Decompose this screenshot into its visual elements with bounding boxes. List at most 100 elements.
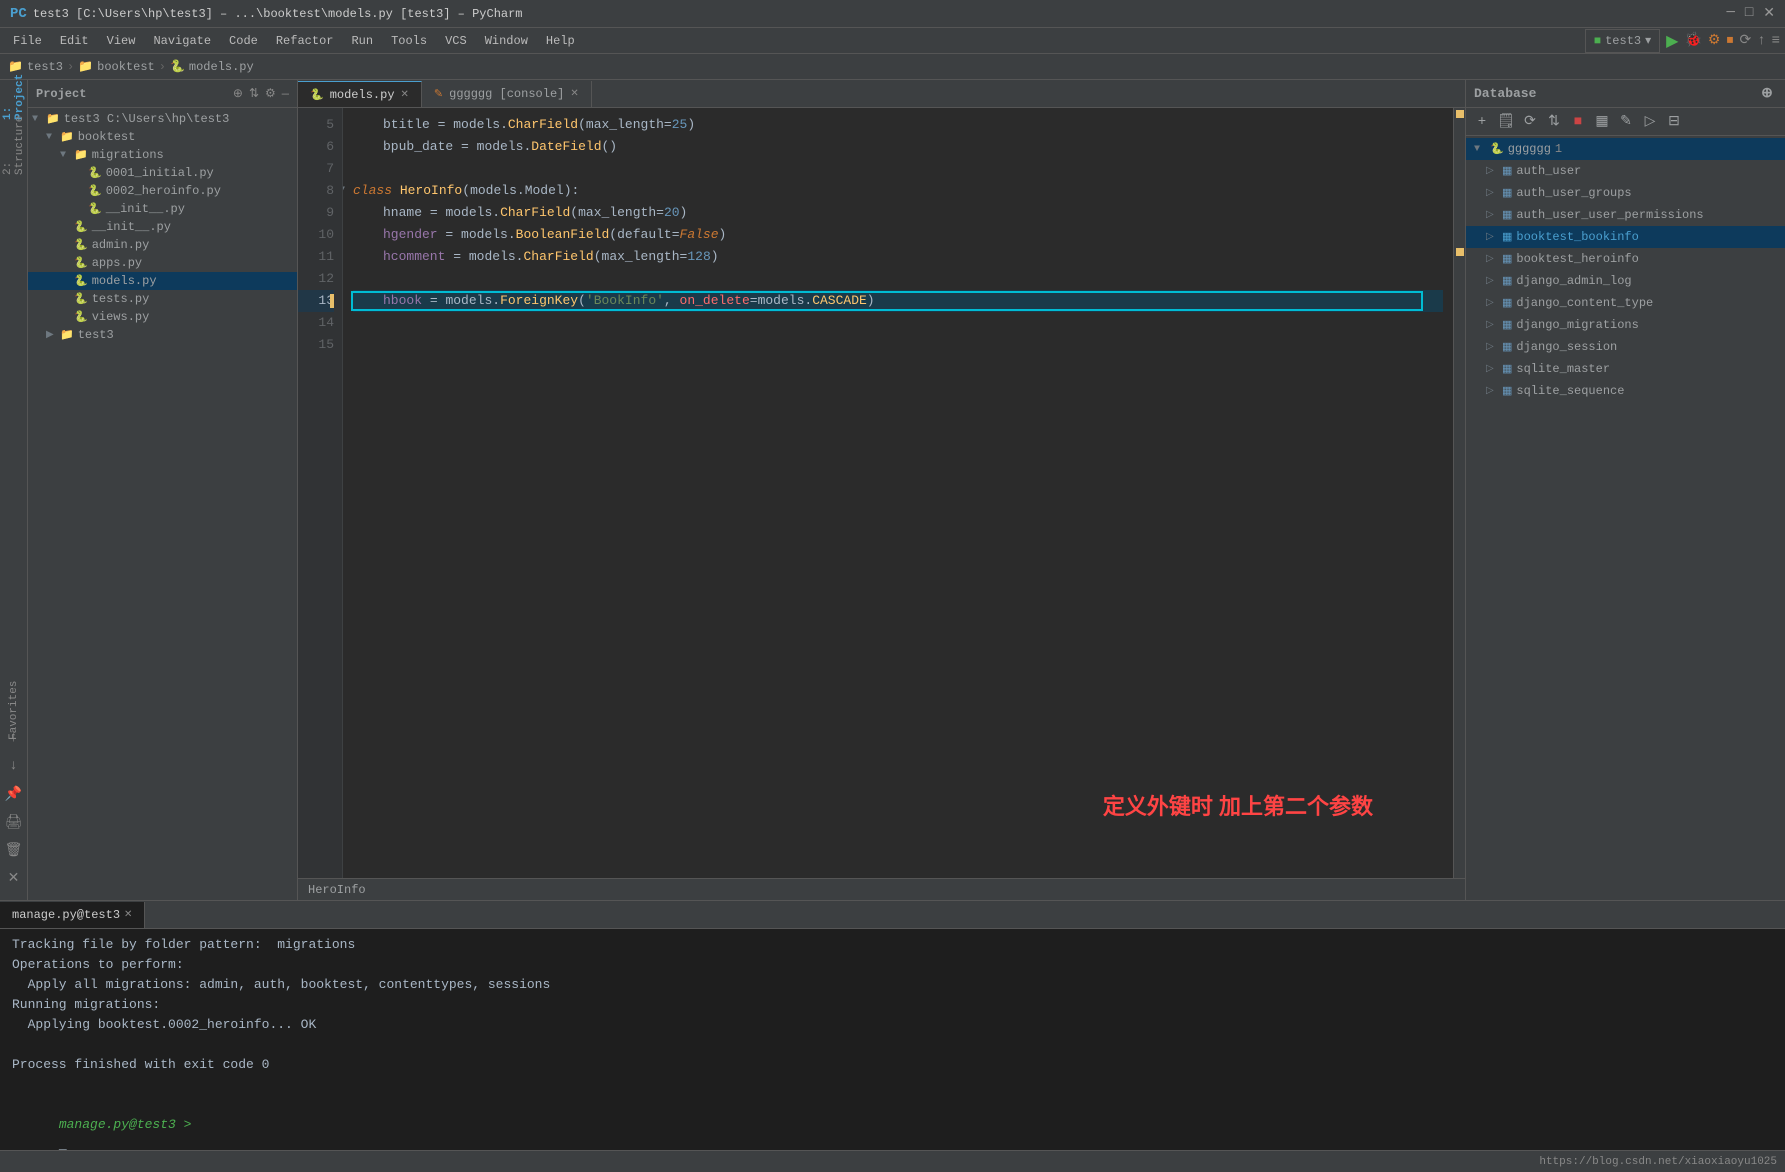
terminal-content[interactable]: Tracking file by folder pattern: migrati…: [0, 929, 1785, 1150]
tree-apps[interactable]: ▶ 🐍 apps.py: [28, 254, 297, 272]
settings-icon[interactable]: ≡: [1772, 33, 1780, 49]
project-panel-icon[interactable]: 1: Project: [2, 85, 26, 109]
terminal-tab-close[interactable]: ✕: [124, 909, 132, 921]
close-panel-icon[interactable]: ✕: [2, 866, 26, 890]
tab-terminal[interactable]: manage.py@test3 ✕: [0, 902, 145, 928]
status-url: https://blog.csdn.net/xiaoxiaoyu1025: [1539, 1156, 1777, 1168]
db-stop-icon[interactable]: ■: [1568, 112, 1588, 132]
terminal-line-4: Running migrations:: [12, 995, 1773, 1015]
run-with-coverage-button[interactable]: ⚙: [1708, 32, 1721, 49]
menu-window[interactable]: Window: [477, 32, 536, 50]
tree-0002-heroinfo[interactable]: ▶ 🐍 0002_heroinfo.py: [28, 182, 297, 200]
print-icon[interactable]: 🖨: [2, 810, 26, 834]
bottom-tabs: manage.py@test3 ✕: [0, 901, 1785, 929]
tab-console[interactable]: ✎ gggggg [console] ✕: [422, 81, 592, 107]
tab-models-close[interactable]: ✕: [401, 89, 409, 101]
down-arrow-icon[interactable]: ↓: [2, 754, 26, 778]
code-line-12: [353, 268, 1443, 290]
db-add-icon[interactable]: +: [1472, 112, 1492, 132]
db-edit-icon[interactable]: ✎: [1616, 112, 1636, 132]
menu-navigate[interactable]: Navigate: [145, 32, 219, 50]
db-schema-gggggg[interactable]: ▼ 🐍 gggggg 1: [1466, 138, 1785, 160]
menu-help[interactable]: Help: [538, 32, 583, 50]
db-table-sqlite-sequence[interactable]: ▷ ▦ sqlite_sequence: [1466, 380, 1785, 402]
close-icon[interactable]: ✕: [1763, 5, 1775, 22]
db-table-auth-user-permissions[interactable]: ▷ ▦ auth_user_user_permissions: [1466, 204, 1785, 226]
terminal-line-3: Apply all migrations: admin, auth, bookt…: [12, 975, 1773, 995]
tree-booktest[interactable]: ▼ 📁 booktest: [28, 128, 297, 146]
delete-icon[interactable]: 🗑: [2, 838, 26, 862]
db-table-django-admin-log[interactable]: ▷ ▦ django_admin_log: [1466, 270, 1785, 292]
db-expand-icon[interactable]: ⊕: [1757, 84, 1777, 104]
db-tree: ▼ 🐍 gggggg 1 ▷ ▦ auth_user ▷ ▦ auth_user…: [1466, 136, 1785, 900]
menu-file[interactable]: File: [5, 32, 50, 50]
db-table-auth-user[interactable]: ▷ ▦ auth_user: [1466, 160, 1785, 182]
debug-button[interactable]: 🐞: [1684, 32, 1701, 49]
run-config-selector[interactable]: ■ test3 ▾: [1585, 29, 1660, 53]
window-controls[interactable]: ─ □ ✕: [1726, 5, 1775, 22]
project-panel-header: Project ⊕ ⇅ ⚙ —: [28, 80, 297, 108]
db-properties-icon[interactable]: 🗒: [1496, 112, 1516, 132]
more-run-icon[interactable]: ⟳: [1739, 32, 1751, 49]
code-editor[interactable]: 5 6 7 8 9 10 11 12 13 14 15: [298, 108, 1465, 900]
menu-refactor[interactable]: Refactor: [268, 32, 342, 50]
db-table-icon[interactable]: ▦: [1592, 112, 1612, 132]
code-line-9: hname = models.CharField(max_length=20): [353, 202, 1443, 224]
tree-views[interactable]: ▶ 🐍 views.py: [28, 308, 297, 326]
db-table-booktest-bookinfo[interactable]: ▷ ▦ booktest_bookinfo: [1466, 226, 1785, 248]
terminal-prompt-text: manage.py@test3 >: [59, 1117, 199, 1132]
favorites-icon[interactable]: Favorites: [2, 698, 26, 722]
tree-tests[interactable]: ▶ 🐍 tests.py: [28, 290, 297, 308]
tree-admin[interactable]: ▶ 🐍 admin.py: [28, 236, 297, 254]
project-tree: ▼ 📁 test3 C:\Users\hp\test3 ▼ 📁 booktest…: [28, 108, 297, 900]
terminal-prompt[interactable]: manage.py@test3 > _: [12, 1095, 1773, 1150]
db-filter-icon[interactable]: ⊟: [1664, 112, 1684, 132]
db-table-booktest-heroinfo[interactable]: ▷ ▦ booktest_heroinfo: [1466, 248, 1785, 270]
line-numbers: 5 6 7 8 9 10 11 12 13 14 15: [298, 108, 343, 878]
tree-0001-initial[interactable]: ▶ 🐍 0001_initial.py: [28, 164, 297, 182]
tree-test3-sub[interactable]: ▶ 📁 test3: [28, 326, 297, 344]
tree-models[interactable]: ▶ 🐍 models.py: [28, 272, 297, 290]
menu-view[interactable]: View: [99, 32, 144, 50]
code-line-13: hbook = models.ForeignKey('BookInfo', on…: [353, 290, 1443, 312]
db-console-icon[interactable]: ▷: [1640, 112, 1660, 132]
hide-panel-icon[interactable]: —: [282, 87, 289, 101]
project-settings-icon[interactable]: ⚙: [265, 86, 276, 101]
db-table-sqlite-master[interactable]: ▷ ▦ sqlite_master: [1466, 358, 1785, 380]
maximize-icon[interactable]: □: [1745, 5, 1753, 22]
menu-vcs[interactable]: VCS: [437, 32, 475, 50]
menu-edit[interactable]: Edit: [52, 32, 97, 50]
structure-icon[interactable]: 2: Structure: [2, 133, 26, 157]
db-table-django-content-type[interactable]: ▷ ▦ django_content_type: [1466, 292, 1785, 314]
collapse-all-icon[interactable]: ⇅: [249, 86, 259, 101]
db-panel-header: Database ⊕: [1466, 80, 1785, 108]
minimize-icon[interactable]: ─: [1726, 5, 1734, 22]
vcs-update-icon[interactable]: ↑: [1757, 33, 1765, 49]
add-content-root-icon[interactable]: ⊕: [233, 86, 243, 101]
tree-migrations[interactable]: ▼ 📁 migrations: [28, 146, 297, 164]
tab-console-close[interactable]: ✕: [570, 88, 578, 100]
menu-tools[interactable]: Tools: [383, 32, 435, 50]
db-table-django-migrations[interactable]: ▷ ▦ django_migrations: [1466, 314, 1785, 336]
fold-marker-8[interactable]: ▼: [343, 180, 345, 202]
tree-init-migrations[interactable]: ▶ 🐍 __init__.py: [28, 200, 297, 218]
tab-models-py[interactable]: 🐍 models.py ✕: [298, 81, 422, 107]
db-refresh-icon[interactable]: ⟳: [1520, 112, 1540, 132]
right-scroll-bar[interactable]: [1453, 108, 1465, 878]
pin-icon[interactable]: 📌: [2, 782, 26, 806]
db-table-django-session[interactable]: ▷ ▦ django_session: [1466, 336, 1785, 358]
menu-bar: File Edit View Navigate Code Refactor Ru…: [0, 28, 1785, 54]
menu-run[interactable]: Run: [343, 32, 381, 50]
menu-code[interactable]: Code: [221, 32, 266, 50]
tree-init-booktest[interactable]: ▶ 🐍 __init__.py: [28, 218, 297, 236]
breadcrumb-test3[interactable]: test3: [27, 60, 63, 74]
breadcrumb-models[interactable]: models.py: [189, 60, 254, 74]
db-sync-icon[interactable]: ⇅: [1544, 112, 1564, 132]
run-button[interactable]: ▶: [1666, 31, 1678, 51]
stop-button[interactable]: ⏹: [1726, 33, 1733, 49]
app-icon: PC: [10, 6, 27, 22]
tree-root-test3[interactable]: ▼ 📁 test3 C:\Users\hp\test3: [28, 110, 297, 128]
breadcrumb-booktest[interactable]: booktest: [97, 60, 155, 74]
db-table-auth-user-groups[interactable]: ▷ ▦ auth_user_groups: [1466, 182, 1785, 204]
code-content[interactable]: btitle = models.CharField(max_length=25)…: [343, 108, 1453, 878]
